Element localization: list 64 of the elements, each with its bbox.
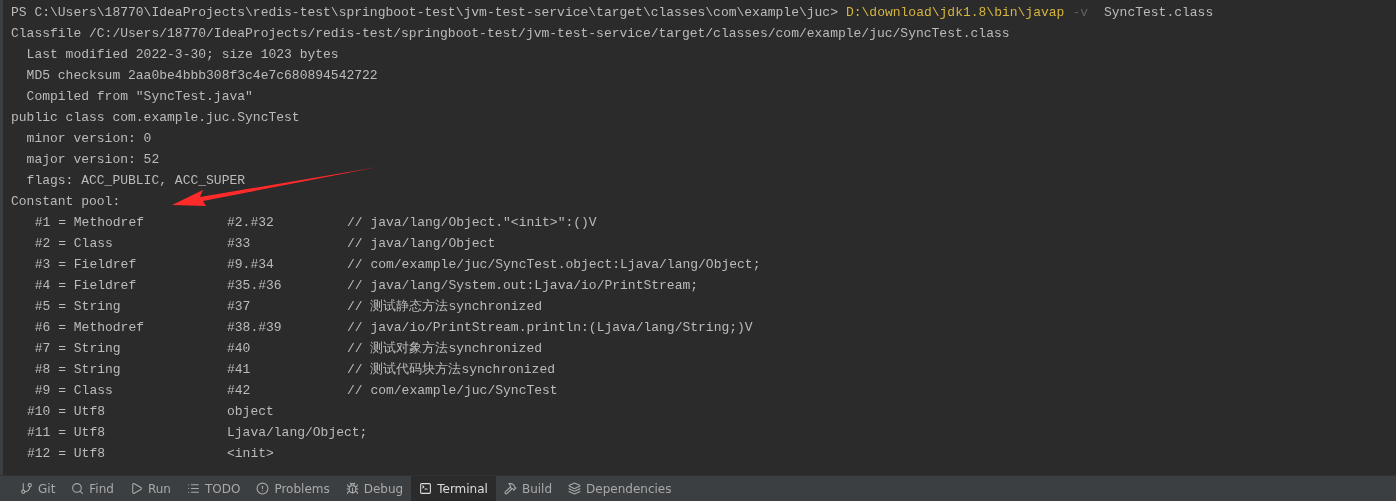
constant-index: #10 = Utf8: [27, 402, 106, 421]
tool-tab[interactable]: Terminal: [411, 476, 496, 501]
constant-comment: // 测试对象方法synchronized: [347, 339, 543, 358]
output-line: major version: 52: [25, 150, 160, 169]
tool-tab[interactable]: Build: [495, 476, 561, 501]
constant-comment: // com/example/juc/SyncTest: [347, 381, 558, 400]
constant-comment: // java/lang/Object: [347, 234, 496, 253]
tool-tab[interactable]: Git: [12, 476, 64, 501]
constant-comment: // java/lang/System.out:Ljava/io/PrintStream;: [347, 276, 699, 295]
output-line: Classfile /C:/Users/18770/IdeaProjects/redis-test/springboot-test/jvm-test-service/target/classes/com/example/juc/SyncTest.class: [11, 24, 1010, 43]
constant-index: #2 = Class: [33, 234, 114, 253]
constant-ref: #38.#39: [227, 318, 283, 337]
tool-tab[interactable]: Problems: [248, 476, 338, 501]
bug-icon: [345, 482, 359, 495]
constant-comment: // java/io/PrintStream.println:(Ljava/lang/String;)V: [347, 318, 753, 337]
constant-ref: #42: [227, 381, 252, 400]
constant-index: #7 = String: [33, 339, 122, 358]
constant-ref: #2.#32: [227, 213, 275, 232]
terminal-icon: [419, 482, 433, 495]
list-icon: [186, 482, 200, 495]
constant-ref: <init>: [227, 444, 275, 463]
constant-comment: // 测试静态方法synchronized: [347, 297, 543, 316]
prompt-path: PS C:\Users\18770\IdeaProjects\redis-test\springboot-test\jvm-test-service\target\classes\com\example\juc>: [11, 3, 838, 22]
search-icon: [71, 482, 85, 495]
constant-ref: #33: [227, 234, 252, 253]
constant-comment: // java/lang/Object."<init>":()V: [347, 213, 597, 232]
output-line: Compiled from "SyncTest.java": [25, 87, 253, 106]
constant-ref: #9.#34: [227, 255, 275, 274]
output-line: minor version: 0: [25, 129, 152, 148]
constant-ref: object: [227, 402, 275, 421]
constant-index: #8 = String: [33, 360, 122, 379]
option-text: -v: [1072, 3, 1088, 22]
git-branch-icon: [20, 482, 33, 495]
constant-index: #5 = String: [33, 297, 122, 316]
play-icon: [129, 482, 143, 495]
output-line: MD5 checksum 2aa0be4bbb308f3c4e7c680894542722: [25, 66, 378, 85]
tool-tab[interactable]: Debug: [337, 476, 412, 501]
hammer-icon: [503, 482, 517, 495]
tool-tab[interactable]: Dependencies: [560, 476, 680, 501]
constant-ref: #35.#36: [227, 276, 283, 295]
output-line: flags: ACC_PUBLIC, ACC_SUPER: [25, 171, 246, 190]
constant-index: #6 = Methodref: [33, 318, 146, 337]
constant-index: #11 = Utf8: [27, 423, 106, 442]
constant-ref: #41: [227, 360, 252, 379]
layers-icon: [568, 482, 582, 495]
constant-comment: // 测试代码块方法synchronized: [347, 360, 556, 379]
constant-index: #4 = Fieldref: [33, 276, 138, 295]
tool-tab[interactable]: TODO: [178, 476, 249, 501]
alert-icon: [256, 482, 270, 495]
constant-index: #9 = Class: [33, 381, 114, 400]
tool-tab[interactable]: Run: [121, 476, 179, 501]
tool-tab[interactable]: Find: [63, 476, 122, 501]
argument-text: SyncTest.class: [1104, 3, 1214, 22]
output-line: public class com.example.juc.SyncTest: [11, 108, 300, 127]
constant-index: #3 = Fieldref: [33, 255, 138, 274]
constant-comment: // com/example/juc/SyncTest.object:Ljava/lang/Object;: [347, 255, 761, 274]
constant-ref: #37: [227, 297, 252, 316]
constant-ref: Ljava/lang/Object;: [227, 423, 368, 442]
output-line: Constant pool:: [11, 192, 121, 211]
output-line: Last modified 2022-3-30; size 1023 bytes: [25, 45, 339, 64]
constant-index: #1 = Methodref: [33, 213, 146, 232]
constant-index: #12 = Utf8: [27, 444, 106, 463]
command-text: D:\download\jdk1.8\bin\javap: [845, 3, 1065, 22]
constant-ref: #40: [227, 339, 252, 358]
